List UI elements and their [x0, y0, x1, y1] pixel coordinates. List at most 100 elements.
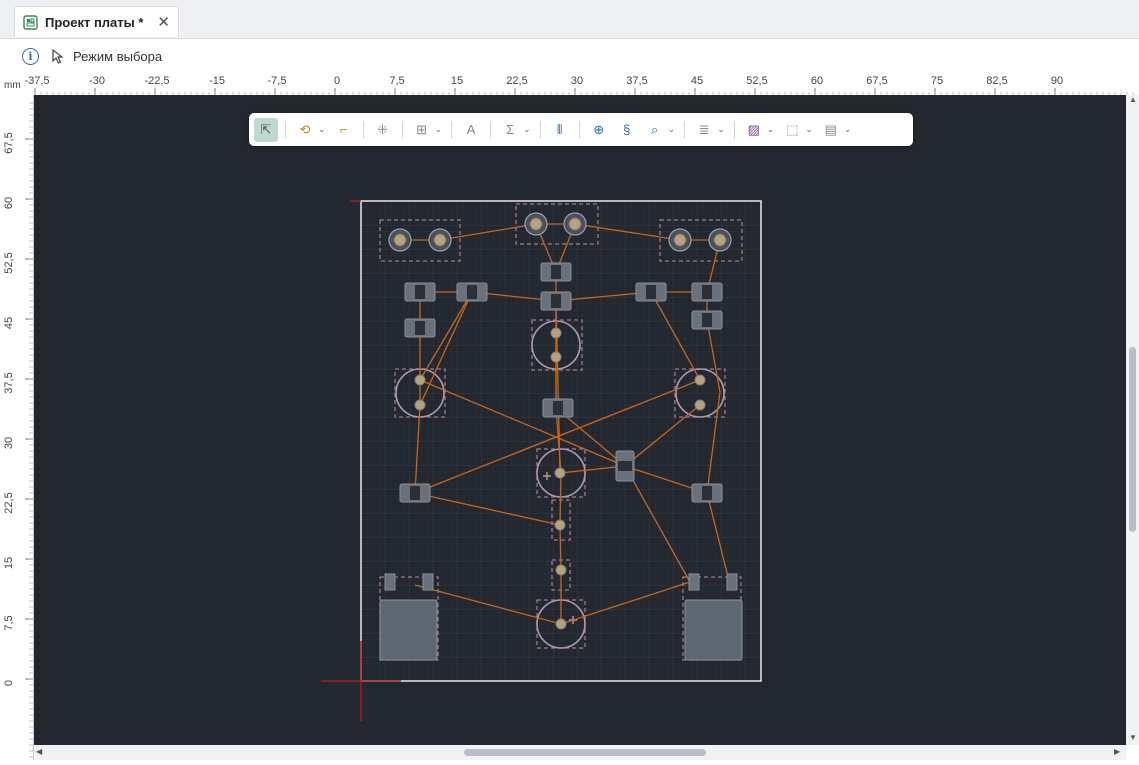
crosshair-icon: ⊕	[593, 121, 605, 137]
smd-component[interactable]	[399, 483, 431, 503]
large-smd-pad[interactable]	[379, 599, 438, 661]
chevron-down-icon[interactable]: ⌄	[435, 124, 443, 135]
smd-component[interactable]	[540, 262, 572, 282]
toolbar-divider	[451, 120, 453, 139]
component-tool-button[interactable]: ⦀	[548, 118, 572, 142]
large-smd-pad[interactable]	[684, 599, 743, 661]
chevron-down-icon[interactable]: ⌄	[668, 124, 676, 135]
info-icon[interactable]: i	[22, 47, 39, 65]
layers-tool-button[interactable]: ≣	[692, 118, 716, 142]
close-icon[interactable]: ✕	[157, 13, 170, 31]
ruler-x-tick-label: 60	[811, 75, 823, 87]
scroll-down-icon[interactable]: ▼	[1129, 733, 1137, 742]
ruler-x-tick-label: -37,5	[24, 75, 49, 87]
scroll-up-icon[interactable]: ▲	[1129, 95, 1137, 104]
smd-gap	[553, 401, 563, 415]
chevron-down-icon[interactable]: ⌄	[844, 124, 852, 135]
smd-gap	[702, 285, 712, 299]
scroll-left-icon[interactable]: ◀	[36, 747, 42, 756]
chevron-down-icon[interactable]: ⌄	[805, 124, 813, 135]
smd-gap	[702, 313, 712, 327]
outline-tool-button[interactable]: ⬚	[780, 118, 804, 142]
smd-component[interactable]	[691, 483, 723, 503]
ruler-y-tick-label: 60	[3, 197, 15, 209]
ruler-x-tick-label: 75	[931, 75, 943, 87]
smd-component[interactable]	[404, 282, 436, 302]
select-arrow-tool-button[interactable]: ⇱	[254, 117, 278, 142]
ruler-y-tick-label: 37,5	[3, 372, 15, 393]
vertical-scrollbar[interactable]: ▲ ▼	[1126, 95, 1139, 745]
hammer-tool-button[interactable]: ⌐	[332, 118, 356, 142]
probe-tool-button[interactable]: ⌕	[643, 118, 667, 142]
text-tool-button[interactable]: A	[459, 118, 483, 142]
via-pad[interactable]	[555, 618, 567, 630]
hatch-icon: ▨	[747, 121, 760, 137]
via-pad[interactable]	[694, 374, 706, 386]
toolbar-divider	[401, 120, 403, 139]
chevron-down-icon[interactable]: ⌄	[318, 124, 326, 135]
board-icon: ▤	[824, 121, 837, 137]
smd-component[interactable]	[456, 282, 488, 302]
units-label: mm	[4, 80, 21, 91]
smd-component[interactable]	[691, 310, 723, 330]
scroll-right-icon[interactable]: ▶	[1114, 747, 1120, 756]
ruler-x-tick-label: 15	[451, 75, 463, 87]
via-pad[interactable]	[550, 327, 562, 339]
smd-gap	[646, 285, 656, 299]
ruler-x-tick-label: -30	[89, 75, 105, 87]
small-smd-pad[interactable]	[726, 573, 738, 591]
via-pad[interactable]	[694, 399, 706, 411]
chevron-down-icon[interactable]: ⌄	[767, 124, 775, 135]
ruler-y-tick-label: 30	[3, 437, 15, 449]
smd-component[interactable]	[615, 450, 635, 482]
small-smd-pad[interactable]	[688, 573, 700, 591]
vertical-scroll-thumb[interactable]	[1129, 347, 1136, 532]
ruler-y-tick-label: 7,5	[3, 615, 15, 630]
board-tool-button[interactable]: ▤	[819, 118, 843, 142]
small-smd-pad[interactable]	[422, 573, 434, 591]
smd-component[interactable]	[635, 282, 667, 302]
via-pad[interactable]	[414, 399, 426, 411]
ruler-x-tick-label: 90	[1051, 75, 1063, 87]
component-icon: ⦀	[556, 121, 563, 137]
small-smd-pad[interactable]	[384, 573, 396, 591]
via-pad[interactable]	[554, 519, 566, 531]
smd-component[interactable]	[404, 318, 436, 338]
ruler-y-tick-label: 52,5	[3, 252, 15, 273]
via-pad[interactable]	[550, 351, 562, 363]
ruler-x-tick-label: -7,5	[268, 75, 287, 87]
via-pad[interactable]	[414, 374, 426, 386]
horizontal-scrollbar[interactable]: ◀ ▶	[34, 745, 1126, 760]
hatch-tool-button[interactable]: ▨	[742, 118, 766, 142]
board-document-icon	[23, 14, 38, 30]
via-pad[interactable]	[554, 467, 566, 479]
chevron-down-icon[interactable]: ⌄	[523, 124, 531, 135]
tab-board-project[interactable]: Проект платы * ✕	[14, 6, 179, 37]
smd-gap	[702, 486, 712, 500]
toolbar-divider	[684, 120, 686, 139]
pcb-canvas[interactable]	[34, 95, 1126, 745]
ruler-y-tick-label: 15	[3, 557, 15, 569]
grid-add-tool-button[interactable]: ⊞	[410, 118, 434, 142]
ruler-x-tick-label: 82,5	[986, 75, 1007, 87]
ruler-x-tick-label: -22,5	[144, 75, 169, 87]
smd-component[interactable]	[540, 291, 572, 311]
ruler-x-tick-label: 52,5	[746, 75, 767, 87]
outline-icon: ⬚	[786, 121, 799, 137]
smd-component[interactable]	[691, 282, 723, 302]
chevron-down-icon[interactable]: ⌄	[717, 124, 725, 135]
move-tool-button[interactable]: ⁜	[371, 118, 395, 142]
diff-pair-tool-button[interactable]: §	[615, 118, 639, 142]
sigma-tool-button[interactable]: Σ	[498, 118, 522, 142]
horizontal-scroll-thumb[interactable]	[464, 749, 706, 756]
mode-label: Режим выбора	[73, 48, 163, 64]
ruler-x-tick-label: 22,5	[506, 75, 527, 87]
via-pad[interactable]	[555, 564, 567, 576]
ruler-x-tick-label: 0	[334, 75, 340, 87]
crosshair-tool-button[interactable]: ⊕	[587, 118, 611, 142]
smd-gap	[415, 285, 425, 299]
route-tool-button[interactable]: ⟲	[293, 118, 317, 142]
ruler-y-tick-label: 0	[3, 680, 15, 686]
smd-component[interactable]	[542, 398, 574, 418]
toolbar-divider	[362, 120, 364, 139]
